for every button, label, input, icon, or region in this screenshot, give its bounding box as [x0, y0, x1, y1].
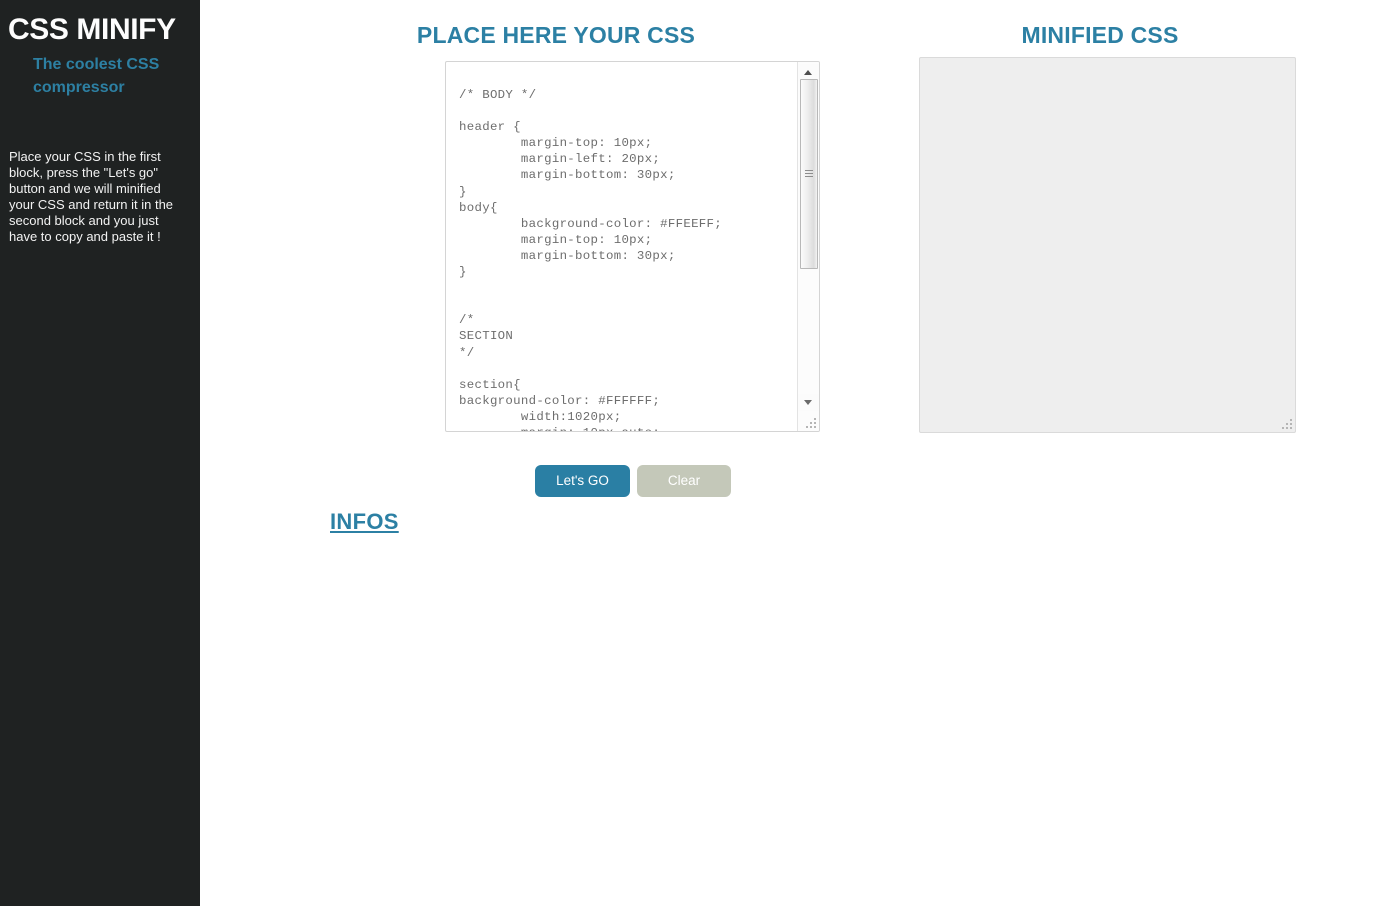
clear-button[interactable]: Clear [637, 465, 731, 497]
sidebar-description: Place your CSS in the first block, press… [9, 149, 174, 244]
infos-link[interactable]: INFOS [330, 509, 399, 535]
resize-grip-icon[interactable] [1282, 419, 1293, 430]
scrollbar-thumb[interactable] [800, 79, 818, 269]
minified-css-output-value[interactable] [920, 58, 1295, 68]
css-input-textarea[interactable]: /* BODY */ header { margin-top: 10px; ma… [445, 61, 820, 432]
triangle-down-icon[interactable] [798, 394, 819, 411]
page-subtitle: The coolest CSS compressor [33, 56, 160, 96]
sidebar: CSS MINIFY The coolest CSS compressor Pl… [0, 0, 200, 906]
lets-go-button[interactable]: Let's GO [535, 465, 630, 497]
input-scrollbar[interactable] [797, 62, 819, 431]
button-row: Let's GO Clear [200, 465, 1396, 499]
page-title: CSS MINIFY [8, 13, 176, 46]
minified-css-output-textarea[interactable] [919, 57, 1296, 433]
resize-grip-icon[interactable] [806, 418, 817, 429]
output-panel-heading: MINIFIED CSS [1021, 22, 1179, 48]
input-panel-heading: PLACE HERE YOUR CSS [416, 22, 696, 48]
css-input-value[interactable]: /* BODY */ header { margin-top: 10px; ma… [446, 62, 798, 431]
main-content: PLACE HERE YOUR CSS MINIFIED CSS /* BODY… [200, 0, 1396, 906]
scrollbar-grip-icon [805, 170, 813, 178]
